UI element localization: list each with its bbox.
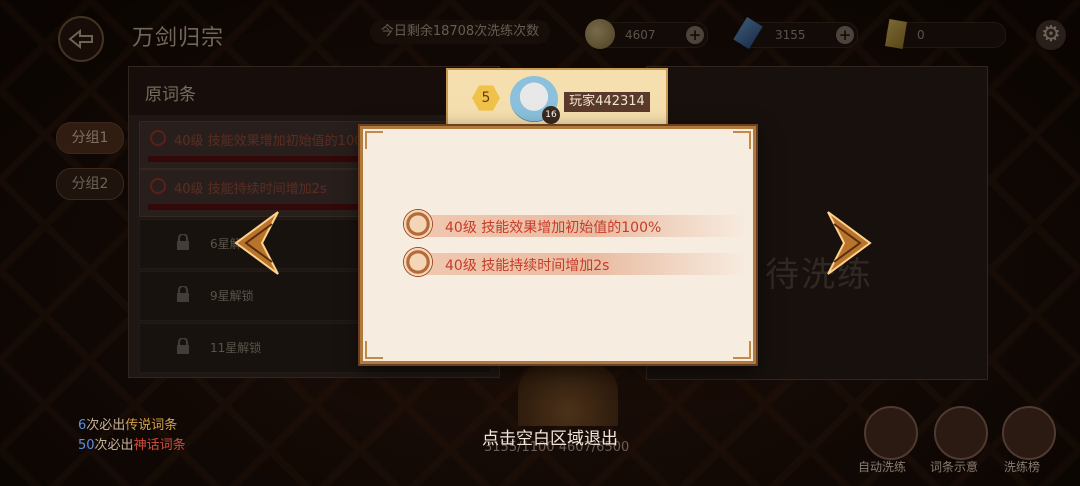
popup-corner (365, 131, 383, 149)
legend-guarantee: 6次必出传说词条 (78, 414, 177, 433)
entry-preview-button[interactable] (934, 406, 988, 460)
avatar-badge: 16 (542, 106, 560, 124)
popup-entry-row: 40级 技能效果增加初始值的100% (403, 209, 747, 239)
popup-corner (733, 131, 751, 149)
myth-kind: 神话词条 (133, 438, 186, 453)
next-arrow-icon[interactable] (824, 208, 874, 278)
myth-mid: 次必出 (94, 438, 134, 453)
auto-reforge-label: 自动洗练 (858, 460, 907, 474)
popup-entry-text: 40级 技能持续时间增加2s (445, 258, 610, 274)
legend-mid: 次必出 (86, 418, 126, 433)
reforge-ranking-label: 洗练榜 (1004, 460, 1041, 474)
compass-icon (403, 209, 433, 239)
avatar: 16 (510, 76, 560, 124)
player-card: 5 16 玩家442314 (446, 68, 668, 130)
popup-entry-text: 40级 技能效果增加初始值的100% (445, 220, 662, 236)
popup-entry-row: 40级 技能持续时间增加2s (403, 247, 747, 277)
auto-reforge-button[interactable] (864, 406, 918, 460)
player-level: 5 (472, 85, 500, 111)
popup-corner (365, 341, 383, 359)
popup-corner (733, 341, 751, 359)
myth-guarantee: 50次必出神话词条 (78, 434, 186, 453)
prev-arrow-icon[interactable] (232, 208, 282, 278)
myth-count: 50 (78, 438, 95, 453)
reforge-ranking-button[interactable] (1002, 406, 1056, 460)
player-name: 玩家442314 (564, 92, 650, 112)
entry-detail-popup: 40级 技能效果增加初始值的100% 40级 技能持续时间增加2s (360, 126, 756, 364)
legend-kind: 传说词条 (125, 418, 178, 433)
entry-preview-label: 词条示意 (930, 460, 979, 474)
compass-icon (403, 247, 433, 277)
exit-hint: 点击空白区域退出 (482, 429, 618, 449)
